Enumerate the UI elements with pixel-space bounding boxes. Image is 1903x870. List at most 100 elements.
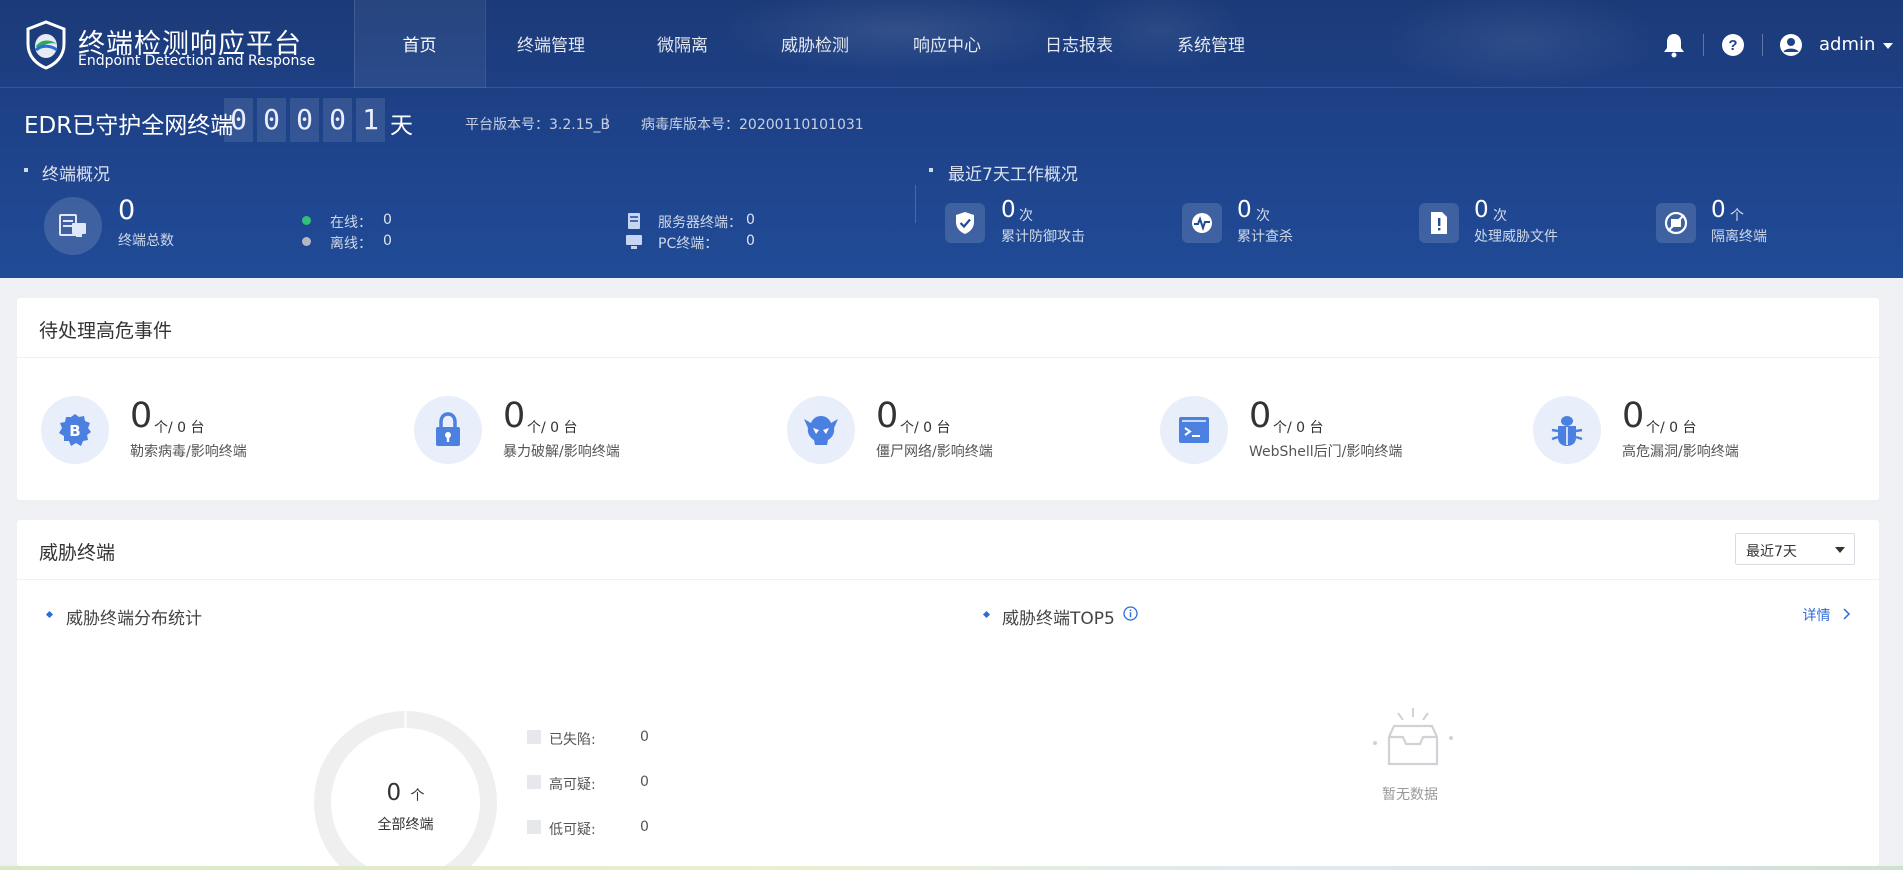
- section-divider: [915, 185, 916, 223]
- nav-item-home[interactable]: 首页: [354, 0, 485, 88]
- threat-file-unit: 次: [1493, 208, 1507, 224]
- legend-low-suspect-label: 低可疑:: [549, 822, 596, 838]
- overview-title: 终端概况: [42, 165, 110, 185]
- server-endpoints-label: 服务器终端：: [658, 215, 742, 231]
- ransomware-unit: 个/ 0 台: [154, 420, 205, 436]
- nav-item-system-management[interactable]: 系统管理: [1177, 0, 1245, 88]
- vulnerability-badge[interactable]: [1533, 396, 1601, 464]
- header-divider: [1762, 34, 1763, 56]
- brand-subtitle: Endpoint Detection and Response: [78, 53, 316, 69]
- shield-logo-icon: [26, 20, 66, 70]
- nav-item-micro-isolation[interactable]: 微隔离: [657, 0, 708, 88]
- isolate-icon: [1664, 211, 1688, 235]
- subsection-bullet: [982, 610, 991, 619]
- total-endpoints-badge: [44, 197, 102, 255]
- scan-badge: [1182, 203, 1222, 243]
- week-overview-title: 最近7天工作概况: [948, 165, 1078, 185]
- platform-version: 平台版本号：3.2.15_B: [465, 117, 611, 133]
- skull-icon: [804, 416, 838, 445]
- defense-value: 0: [1001, 197, 1016, 223]
- section-bullet: [24, 168, 28, 172]
- virus-db-version: 病毒库版本号：20200110101031: [641, 117, 864, 133]
- detail-link-label: 详情: [1802, 608, 1831, 624]
- header-banner: 终端检测响应平台 Endpoint Detection and Response…: [0, 0, 1903, 278]
- card-header: 威胁终端 最近7天: [17, 520, 1879, 580]
- pc-endpoints-label: PC终端：: [658, 236, 719, 252]
- file-alert-icon: [1431, 212, 1447, 234]
- legend-high-suspect-value: 0: [640, 774, 649, 790]
- isolate-label: 隔离终端: [1711, 229, 1767, 245]
- isolate-badge: [1656, 203, 1696, 243]
- chevron-down-icon: [1835, 547, 1845, 553]
- card-header: 待处理高危事件: [17, 298, 1879, 358]
- caret-down-icon[interactable]: [1883, 43, 1893, 49]
- distribution-title: 威胁终端分布统计: [66, 609, 202, 629]
- scan-unit: 次: [1256, 208, 1270, 224]
- pending-events-title: 待处理高危事件: [39, 320, 173, 342]
- nav-item-log-reports[interactable]: 日志报表: [1045, 0, 1113, 88]
- svg-text:?: ?: [1728, 37, 1737, 54]
- digit-box: 0: [323, 98, 352, 142]
- isolate-value: 0: [1711, 197, 1726, 223]
- threat-donut-chart: 0 个 全部终端: [313, 710, 498, 870]
- online-label: 在线：: [330, 215, 372, 231]
- help-icon[interactable]: ?: [1721, 33, 1745, 57]
- digit-box: 0: [290, 98, 319, 142]
- user-icon[interactable]: [1779, 33, 1803, 57]
- webshell-unit: 个/ 0 台: [1273, 420, 1324, 436]
- offline-value: 0: [383, 233, 392, 249]
- top5-detail-link[interactable]: 详情: [1803, 605, 1851, 625]
- donut-total-value: 0: [386, 780, 402, 806]
- digit-box: 1: [356, 98, 385, 142]
- vulnerability-value: 0: [1622, 396, 1645, 436]
- legend-swatch: [527, 730, 541, 744]
- shield-check-icon: [956, 212, 974, 234]
- nav-item-endpoint-management[interactable]: 终端管理: [517, 0, 585, 88]
- legend-compromised-label: 已失陷:: [549, 732, 596, 748]
- server-icon: [628, 213, 640, 229]
- legend-high-suspect-label: 高可疑:: [549, 777, 596, 793]
- guard-label: EDR已守护全网终端: [24, 113, 234, 139]
- botnet-badge[interactable]: [787, 396, 855, 464]
- page-bottom-edge: [0, 866, 1903, 870]
- header-divider: [1703, 34, 1704, 56]
- nav-item-threat-detection[interactable]: 威胁检测: [781, 0, 849, 88]
- total-endpoints-value: 0: [118, 195, 136, 226]
- online-value: 0: [383, 212, 392, 228]
- threat-endpoints-title: 威胁终端: [39, 542, 116, 564]
- defense-label: 累计防御攻击: [1001, 229, 1085, 245]
- isolate-unit: 个: [1730, 208, 1744, 224]
- monitor-stack-icon: [59, 214, 86, 237]
- brute-force-label: 暴力破解/影响终端: [503, 444, 620, 460]
- svg-text:B: B: [69, 422, 80, 440]
- threat-file-label: 处理威胁文件: [1474, 229, 1558, 245]
- webshell-value: 0: [1249, 396, 1272, 436]
- ransomware-label: 勒索病毒/影响终端: [130, 444, 247, 460]
- username[interactable]: admin: [1819, 34, 1875, 55]
- scan-icon: [1192, 213, 1212, 233]
- webshell-badge[interactable]: [1160, 396, 1228, 464]
- botnet-unit: 个/ 0 台: [900, 420, 951, 436]
- chevron-right-icon: [1843, 608, 1851, 620]
- brand-logo[interactable]: 终端检测响应平台 Endpoint Detection and Response: [24, 20, 324, 72]
- nav-item-response-center[interactable]: 响应中心: [913, 0, 981, 88]
- bell-icon[interactable]: [1662, 32, 1686, 58]
- webshell-label: WebShell后门/影响终端: [1249, 444, 1403, 460]
- legend-swatch: [527, 775, 541, 789]
- time-range-select[interactable]: 最近7天: [1735, 533, 1855, 565]
- time-range-value: 最近7天: [1746, 544, 1797, 560]
- threat-endpoints-card: 威胁终端 最近7天 威胁终端分布统计 威胁终端TOP5 详情 0 个 全部终端 …: [17, 520, 1879, 870]
- terminal-icon: [1179, 417, 1209, 443]
- empty-inbox-icon: [1373, 708, 1453, 766]
- threat-file-badge: [1419, 203, 1459, 243]
- threat-file-value: 0: [1474, 197, 1489, 223]
- legend-low-suspect-value: 0: [640, 819, 649, 835]
- ransomware-badge[interactable]: B: [41, 396, 109, 464]
- offline-label: 离线：: [330, 236, 372, 252]
- guard-unit: 天: [390, 113, 413, 139]
- scan-value: 0: [1237, 197, 1252, 223]
- bitcoin-icon: B: [59, 414, 91, 446]
- brute-force-badge[interactable]: [414, 396, 482, 464]
- info-icon[interactable]: [1123, 606, 1138, 621]
- server-endpoints-value: 0: [746, 212, 755, 228]
